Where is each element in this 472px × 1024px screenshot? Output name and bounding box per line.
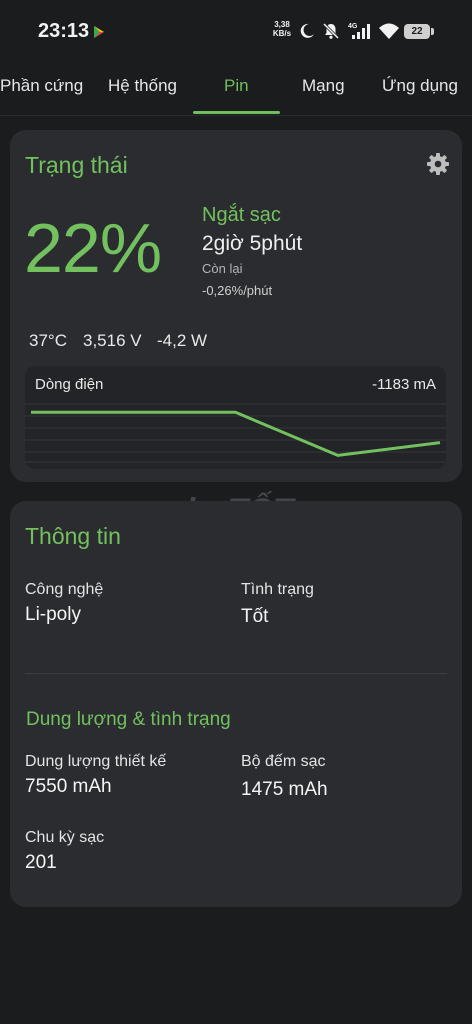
info-card: Thông tin Công nghệ Li-poly Tình trạng T… xyxy=(10,501,462,907)
cycle-count-label: Chu kỳ sạc xyxy=(25,829,105,846)
discharge-rate: -0,26%/phút xyxy=(202,283,273,298)
network-speed: 3,38 KB/s xyxy=(268,20,296,38)
capacity-section-title: Dung lượng & tình trạng xyxy=(26,709,231,730)
tab-bar: Phần cứng Hệ thống Pin Mạng Ứng dụng xyxy=(0,62,472,116)
current-graph-value: -1183 mA xyxy=(372,376,436,393)
battery-tip xyxy=(431,28,434,35)
health-label: Tình trạng xyxy=(241,581,314,598)
health-value: Tốt xyxy=(241,606,269,627)
tab-hardware[interactable]: Phần cứng xyxy=(0,76,83,96)
gear-icon[interactable] xyxy=(426,152,450,176)
tab-active-indicator xyxy=(193,111,280,114)
battery-level: 22 xyxy=(404,24,430,39)
design-capacity-label: Dung lượng thiết kế xyxy=(25,753,167,770)
battery-percent: 22% xyxy=(24,209,162,287)
info-card-title: Thông tin xyxy=(25,523,121,549)
network-speed-unit: KB/s xyxy=(272,29,292,38)
status-bar: 23:13 3,38 KB/s 4G 22 xyxy=(0,0,472,62)
tab-battery[interactable]: Pin xyxy=(224,76,249,96)
clock: 23:13 xyxy=(38,20,90,42)
status-card-title: Trạng thái xyxy=(25,152,128,178)
cycle-count-value: 201 xyxy=(25,852,57,873)
play-store-icon xyxy=(94,26,104,38)
wifi-icon xyxy=(379,23,399,39)
battery-icon: 22 xyxy=(404,24,434,39)
technology-value: Li-poly xyxy=(25,604,81,625)
charge-state: Ngắt sạc xyxy=(202,204,281,226)
current-graph[interactable]: Dòng điện -1183 mA xyxy=(25,366,446,469)
network-type-label: 4G xyxy=(348,23,358,30)
design-capacity-value: 7550 mAh xyxy=(25,776,112,797)
technology-label: Công nghệ xyxy=(25,581,104,598)
time-remaining: 2giờ 5phút xyxy=(202,232,303,255)
signal-icon: 4G xyxy=(348,23,370,39)
network-speed-value: 3,38 xyxy=(274,20,290,29)
voltage: 3,516 V xyxy=(83,331,142,350)
bell-off-icon xyxy=(322,22,340,40)
tab-system[interactable]: Hệ thống xyxy=(108,76,177,96)
current-graph-label: Dòng điện xyxy=(35,376,104,393)
charge-counter-value: 1475 mAh xyxy=(241,779,328,800)
tab-apps[interactable]: Ứng dụng xyxy=(382,76,458,96)
section-divider xyxy=(25,673,447,674)
tab-network[interactable]: Mạng xyxy=(302,76,345,96)
time-remaining-label: Còn lại xyxy=(202,261,243,276)
moon-icon xyxy=(300,23,314,38)
charge-counter-label: Bộ đếm sạc xyxy=(241,753,326,770)
temperature: 37°C xyxy=(29,331,67,350)
power: -4,2 W xyxy=(157,331,208,350)
status-card: Trạng thái 22% Ngắt sạc 2giờ 5phút Còn l… xyxy=(10,130,462,482)
current-graph-line xyxy=(31,410,441,457)
